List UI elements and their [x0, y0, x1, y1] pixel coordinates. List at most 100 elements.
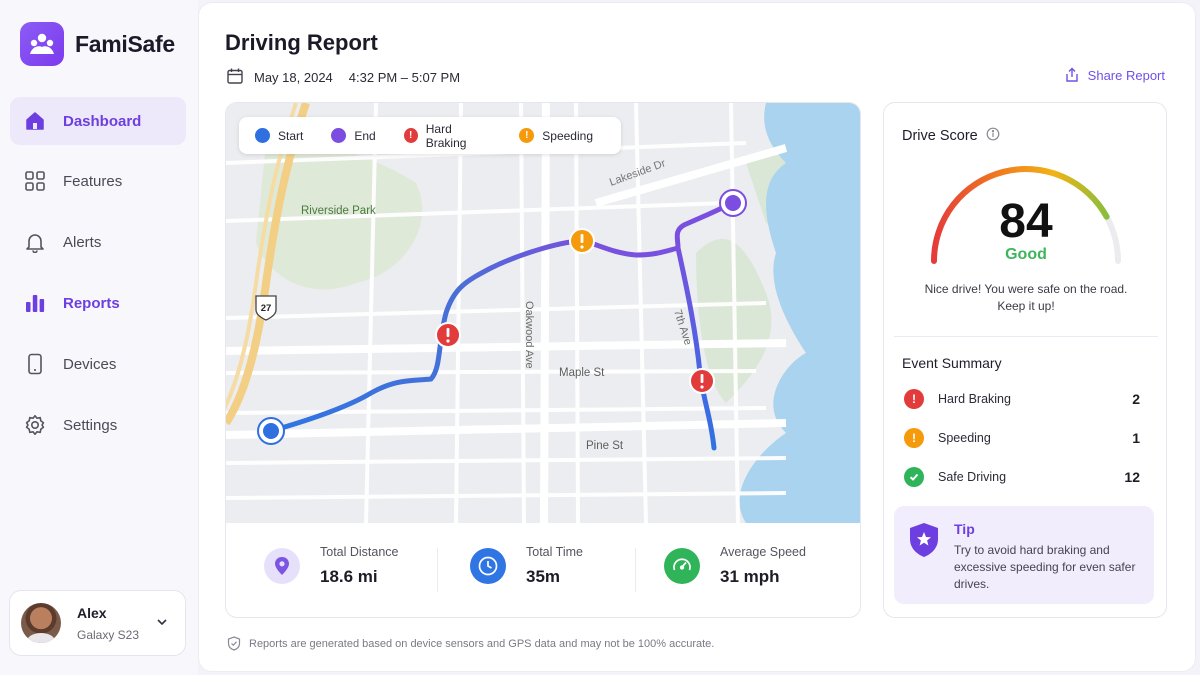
trip-stats: Total Distance 18.6 mi Total Time 35m Av… [226, 523, 860, 617]
event-count: 1 [1132, 430, 1140, 446]
drive-score-title: Drive Score [902, 127, 1000, 145]
divider [437, 548, 438, 592]
alert-icon: ! [904, 389, 924, 409]
tip-box: Tip Try to avoid hard braking and excess… [894, 506, 1154, 604]
famisafe-logo-icon [20, 22, 64, 66]
shield-star-icon [908, 522, 940, 563]
event-label: Hard Braking [938, 392, 1011, 406]
profile-name: Alex [77, 604, 107, 621]
stat-label: Average Speed [720, 545, 806, 559]
main-panel: Driving Report May 18, 2024 4:32 PM – 5:… [198, 2, 1196, 672]
stat-average-speed: Average Speed 31 mph [664, 545, 806, 587]
phone-icon [24, 353, 46, 375]
tip-title: Tip [954, 521, 975, 537]
grid-icon [24, 170, 46, 192]
speeding-marker[interactable] [569, 228, 595, 254]
clock-icon [470, 548, 506, 584]
speedometer-icon [664, 548, 700, 584]
end-marker[interactable] [719, 189, 747, 217]
event-summary-title: Event Summary [902, 355, 1002, 371]
stat-value: 31 mph [720, 567, 780, 586]
legend-label: Start [278, 128, 304, 143]
event-row-safe-driving[interactable]: Safe Driving 12 [904, 465, 1140, 489]
bell-icon [24, 231, 46, 253]
legend-item-hard-braking: ! Hard Braking [403, 121, 492, 150]
page-title: Driving Report [225, 30, 378, 55]
park-label: Riverside Park [301, 205, 376, 217]
chevron-down-icon[interactable] [155, 615, 169, 634]
score-rating: Good [1005, 246, 1047, 263]
end-dot-icon [331, 128, 347, 143]
street-label-pine: Pine St [586, 440, 624, 452]
event-count: 2 [1132, 391, 1140, 407]
stat-total-distance: Total Distance 18.6 mi [264, 545, 399, 587]
event-label: Safe Driving [938, 470, 1007, 484]
profile-switcher[interactable]: Alex Galaxy S23 [9, 590, 186, 656]
sidebar-item-label: Devices [63, 355, 117, 373]
stat-label: Total Distance [320, 545, 399, 559]
share-report-button[interactable]: Share Report [1064, 67, 1165, 83]
check-icon [904, 467, 924, 487]
sidebar-item-label: Reports [63, 294, 120, 312]
stat-value: 18.6 mi [320, 567, 378, 586]
warning-icon: ! [519, 128, 535, 143]
share-icon [1065, 67, 1078, 82]
report-date: May 18, 2024 4:32 PM – 5:07 PM [226, 67, 460, 88]
sidebar-item-label: Dashboard [63, 112, 142, 130]
disclaimer: Reports are generated based on device se… [227, 636, 714, 651]
info-icon[interactable] [986, 127, 1000, 145]
sidebar-item-label: Settings [63, 416, 118, 434]
date-text: May 18, 2024 [254, 70, 333, 85]
warning-icon: ! [904, 428, 924, 448]
score-message: Nice drive! You were safe on the road. K… [924, 282, 1128, 313]
sidebar-item-reports[interactable]: Reports [10, 279, 186, 327]
sidebar-item-label: Features [63, 172, 123, 190]
start-marker[interactable] [257, 417, 285, 445]
event-row-speeding[interactable]: ! Speeding 1 [904, 426, 1140, 450]
alert-icon: ! [403, 128, 418, 143]
route-map[interactable]: 27 Riverside Park Lakeside Dr Oakwood Av… [226, 103, 861, 523]
tip-text: Try to avoid hard braking and excessive … [954, 543, 1136, 591]
legend-item-speeding: ! Speeding [519, 128, 593, 143]
map-card: 27 Riverside Park Lakeside Dr Oakwood Av… [225, 102, 861, 618]
score-value: 84 [999, 195, 1053, 248]
stat-label: Total Time [526, 545, 583, 559]
sidebar-item-dashboard[interactable]: Dashboard [10, 97, 186, 145]
brand-name: FamiSafe [75, 30, 175, 57]
sidebar-item-devices[interactable]: Devices [10, 340, 186, 388]
stat-value: 35m [526, 567, 561, 586]
route-27-label: 27 [261, 303, 272, 314]
sidebar: FamiSafe Dashboard Features Alerts Repor… [0, 0, 198, 675]
drive-score-card: Drive Score 84 Good Nice drive! You were… [883, 102, 1167, 618]
hard-braking-marker[interactable] [689, 368, 715, 394]
calendar-icon [226, 67, 244, 88]
event-count: 12 [1124, 469, 1140, 485]
sidebar-item-settings[interactable]: Settings [10, 401, 186, 449]
drive-score-label: Drive Score [902, 128, 978, 144]
legend-item-start: Start [255, 128, 303, 143]
start-dot-icon [255, 128, 270, 143]
stat-total-time: Total Time 35m [470, 545, 583, 587]
map-legend: Start End ! Hard Braking ! Speeding [239, 117, 621, 154]
brand[interactable]: FamiSafe [20, 22, 175, 66]
sidebar-item-label: Alerts [63, 233, 102, 251]
divider [894, 336, 1158, 337]
home-icon [24, 110, 46, 132]
event-row-hard-braking[interactable]: ! Hard Braking 2 [904, 387, 1140, 411]
time-range: 4:32 PM – 5:07 PM [348, 70, 461, 85]
sidebar-item-alerts[interactable]: Alerts [10, 218, 186, 266]
sidebar-item-features[interactable]: Features [10, 157, 186, 205]
legend-label: Hard Braking [425, 121, 467, 150]
location-pin-icon [264, 548, 300, 584]
disclaimer-text: Reports are generated based on device se… [249, 637, 715, 650]
street-label-oakwood: Oakwood Ave [523, 301, 535, 369]
bar-chart-icon [24, 292, 46, 314]
profile-device: Galaxy S23 [77, 627, 140, 642]
shield-check-icon [227, 636, 241, 651]
legend-item-end: End [331, 128, 376, 143]
share-label: Share Report [1087, 67, 1165, 83]
hard-braking-marker[interactable] [435, 322, 461, 348]
legend-label: Speeding [542, 128, 593, 143]
gear-icon [24, 414, 46, 436]
divider [635, 548, 636, 592]
